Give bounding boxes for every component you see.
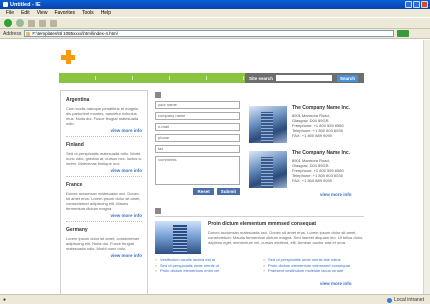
news-article: Proin dictum elementum mmmsed consequat …	[208, 221, 364, 245]
search-input[interactable]	[276, 75, 333, 81]
view-more-link[interactable]: view more info	[320, 281, 352, 286]
site-logo-icon	[61, 50, 75, 64]
status-zone: Local intranet	[386, 297, 424, 303]
company-card: The Company Name Inc. 8901 Marmora Road,…	[249, 106, 364, 143]
divider	[155, 216, 364, 217]
browser-toolbar	[0, 17, 430, 29]
globe-icon	[386, 297, 392, 303]
building-photo	[249, 151, 287, 188]
nav-item-3[interactable]	[169, 76, 170, 80]
list-item[interactable]: Proin dictum elementum enim vel	[155, 268, 255, 274]
company-name: The Company Name Inc.	[292, 150, 351, 156]
form-icon	[155, 92, 161, 98]
news-list-right: Sed ut perspiciatis unde omnis iste natu…	[263, 257, 363, 274]
countries-column: Argentina Cum sociis natoque penatibus e…	[60, 90, 148, 295]
window-titlebar: Untitled - IE	[0, 0, 430, 9]
divider	[66, 221, 142, 222]
nav-item-4[interactable]	[206, 76, 207, 80]
company-card: The Company Name Inc. 8901 Marmora Road,…	[249, 151, 364, 188]
stop-button[interactable]	[28, 19, 35, 27]
forward-button[interactable]	[16, 19, 24, 27]
phone-field[interactable]: phone	[155, 134, 240, 142]
news-title: Proin dictum elementum mmmsed consequat	[208, 221, 317, 227]
menu-favorites[interactable]: Favorites	[54, 10, 75, 16]
go-button[interactable]	[397, 30, 410, 37]
comments-field[interactable]: comments	[155, 156, 240, 185]
close-button[interactable]	[421, 1, 428, 8]
menu-bar: File Edit View Favorites Tools Help	[0, 9, 430, 17]
company-field[interactable]: company name	[155, 112, 240, 120]
site-search: Site search Search	[245, 73, 364, 83]
view-more-link[interactable]: view more info	[320, 192, 352, 197]
country-block: Finland Sed ut perspiciatis malesuada od…	[66, 142, 142, 177]
address-bar: Address F:\templates\ttl 1085xxxx\html\i…	[0, 29, 430, 39]
country-title: Finland	[66, 142, 84, 148]
list-item[interactable]: Praesent vestibulum molestie lacus ornar…	[263, 268, 363, 274]
contact-form: your name company name e-mail phone fax …	[155, 92, 240, 195]
menu-edit[interactable]: Edit	[21, 10, 30, 16]
back-button[interactable]	[4, 19, 12, 27]
view-more-link[interactable]: view more info	[66, 168, 142, 173]
divider	[66, 136, 142, 137]
status-done-icon: ●	[3, 296, 7, 303]
page-viewport: Site search Search Argentina Cum sociis …	[0, 40, 430, 303]
menu-help[interactable]: Help	[101, 10, 111, 16]
country-title: Germany	[66, 227, 88, 233]
country-block: Argentina Cum sociis natoque penatibus e…	[66, 97, 142, 137]
form-buttons: Reset Submit	[155, 188, 240, 195]
window-controls	[405, 1, 428, 8]
menu-file[interactable]: File	[6, 10, 14, 16]
home-button[interactable]	[50, 19, 57, 27]
divider	[66, 176, 142, 177]
news-text: Donec accumsan malesuada orci. Donec sit…	[208, 230, 364, 245]
country-title: Argentina	[66, 97, 90, 103]
country-text: Sed ut perspiciatis malesuada odio. Morb…	[66, 151, 142, 166]
search-button[interactable]: Search	[337, 74, 359, 82]
zone-label: Local intranet	[393, 297, 424, 303]
country-title: France	[66, 182, 83, 188]
company-fax: FAX: +1 800 889 9090	[292, 178, 332, 183]
name-field[interactable]: your name	[155, 101, 240, 109]
nav-item-2[interactable]	[132, 76, 133, 80]
country-text: Lorem ipsum dolor sit amet, consectetuer…	[66, 236, 140, 251]
minimize-button[interactable]	[405, 1, 412, 8]
news-photo	[155, 221, 201, 254]
company-info: The Company Name Inc. 8901 Marmora Road,…	[292, 106, 350, 143]
company-name: The Company Name Inc.	[292, 105, 351, 111]
ie-icon	[3, 2, 8, 7]
view-more-link[interactable]: view more info	[66, 253, 142, 258]
address-input[interactable]: F:\templates\ttl 1085xxxx\html\index-4.h…	[24, 30, 395, 37]
view-more-link[interactable]: view more info	[66, 128, 142, 133]
fax-field[interactable]: fax	[155, 145, 240, 153]
country-block: France Donec accumsan malesuada orci. Do…	[66, 182, 142, 222]
country-text: Cum sociis natoque penatibus et magnis d…	[66, 106, 139, 126]
nav-item-1[interactable]	[95, 76, 96, 80]
view-more-link[interactable]: view more info	[66, 213, 142, 218]
country-text: Donec accumsan malesuada orci. Donec sit…	[66, 191, 141, 211]
menu-view[interactable]: View	[37, 10, 48, 16]
address-label: Address	[3, 30, 22, 37]
news-list-left: Vestibulum iaculis lacinia est ut Sed ut…	[155, 257, 255, 274]
vertical-scrollbar[interactable]	[423, 40, 430, 294]
reset-button[interactable]: Reset	[193, 188, 214, 195]
news-links: Vestibulum iaculis lacinia est ut Sed ut…	[155, 257, 364, 274]
nav-item-5[interactable]	[243, 76, 244, 80]
status-bar: ● Local intranet	[0, 294, 430, 304]
email-field[interactable]: e-mail	[155, 123, 240, 131]
country-block: Germany Lorem ipsum dolor sit amet, cons…	[66, 227, 142, 258]
news-icon	[155, 208, 161, 214]
refresh-button[interactable]	[39, 19, 46, 27]
window-title: Untitled - IE	[10, 1, 41, 8]
menu-tools[interactable]: Tools	[82, 10, 94, 16]
building-photo	[249, 106, 287, 143]
company-info: The Company Name Inc. 8901 Marmora Road,…	[292, 151, 350, 188]
search-label: Site search	[249, 75, 274, 81]
company-fax: FAX: +1 800 889 9090	[292, 133, 332, 138]
maximize-button[interactable]	[413, 1, 420, 8]
submit-button[interactable]: Submit	[216, 188, 240, 195]
